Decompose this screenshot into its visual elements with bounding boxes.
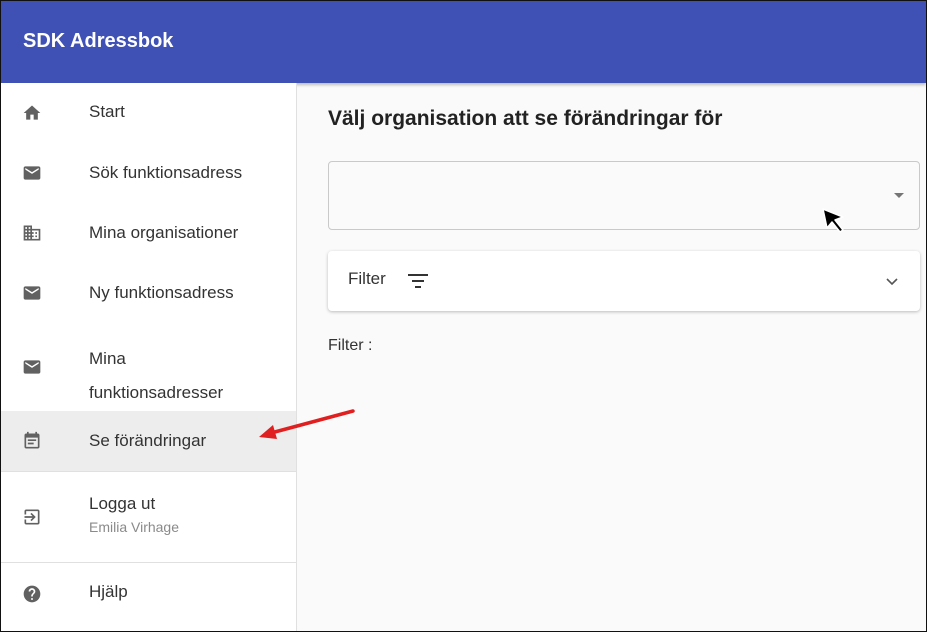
sidebar-item-start[interactable]: Start — [1, 83, 296, 143]
sidebar-item-label: Logga ut — [89, 494, 156, 513]
filter-list-icon — [408, 273, 428, 289]
sidebar-item-my-addresses[interactable]: Mina funktionsadresser — [1, 323, 296, 411]
sidebar-item-label: Hjälp — [89, 582, 128, 601]
sidebar-item-label: Mina organisationer — [89, 223, 239, 242]
sidebar-item-my-organisations[interactable]: Mina organisationer — [1, 203, 296, 263]
mail-icon — [21, 356, 43, 378]
logout-icon — [21, 506, 43, 528]
chevron-down-icon[interactable] — [884, 273, 900, 289]
app-title: SDK Adressbok — [23, 29, 174, 52]
home-icon — [21, 102, 43, 124]
user-name: Emilia Virhage — [89, 519, 180, 535]
main-content: Välj organisation att se förändringar fö… — [298, 83, 926, 631]
sidebar-item-label: Se förändringar — [89, 431, 207, 450]
sidebar-item-label-group: Logga ut Emilia Virhage — [89, 492, 179, 538]
sidebar-item-label: Ny funktionsadress — [89, 283, 234, 302]
sidebar-item-logout[interactable]: Logga ut Emilia Virhage — [1, 472, 296, 562]
app-window: SDK Adressbok Start Sök funktionsadress … — [0, 0, 927, 632]
sidebar-item-label: Mina funktionsadresser — [89, 342, 223, 410]
filter-panel-label: Filter — [348, 269, 386, 288]
sidebar-item-search-address[interactable]: Sök funktionsadress — [1, 143, 296, 203]
calendar-icon — [21, 430, 43, 452]
sidebar-item-new-address[interactable]: Ny funktionsadress — [1, 263, 296, 323]
filter-panel[interactable]: Filter — [328, 251, 920, 311]
sidebar-item-label: Start — [89, 102, 125, 121]
mouse-cursor-icon — [819, 205, 849, 235]
app-bar: SDK Adressbok — [1, 1, 926, 83]
dropdown-arrow-icon — [894, 193, 904, 198]
filter-summary: Filter : — [328, 337, 373, 354]
sidebar-item-help[interactable]: Hjälp — [1, 563, 296, 623]
annotation-arrow-icon — [251, 406, 361, 446]
mail-icon — [21, 162, 43, 184]
sidebar-item-label-line1: Mina — [89, 349, 126, 368]
sidebar-item-label-line2: funktionsadresser — [89, 383, 224, 402]
sidebar-item-label: Sök funktionsadress — [89, 163, 243, 182]
page-title: Välj organisation att se förändringar fö… — [328, 107, 723, 130]
help-icon — [21, 583, 43, 605]
sidebar: Start Sök funktionsadress Mina organisat… — [1, 83, 297, 631]
mail-icon — [21, 282, 43, 304]
building-icon — [21, 222, 43, 244]
